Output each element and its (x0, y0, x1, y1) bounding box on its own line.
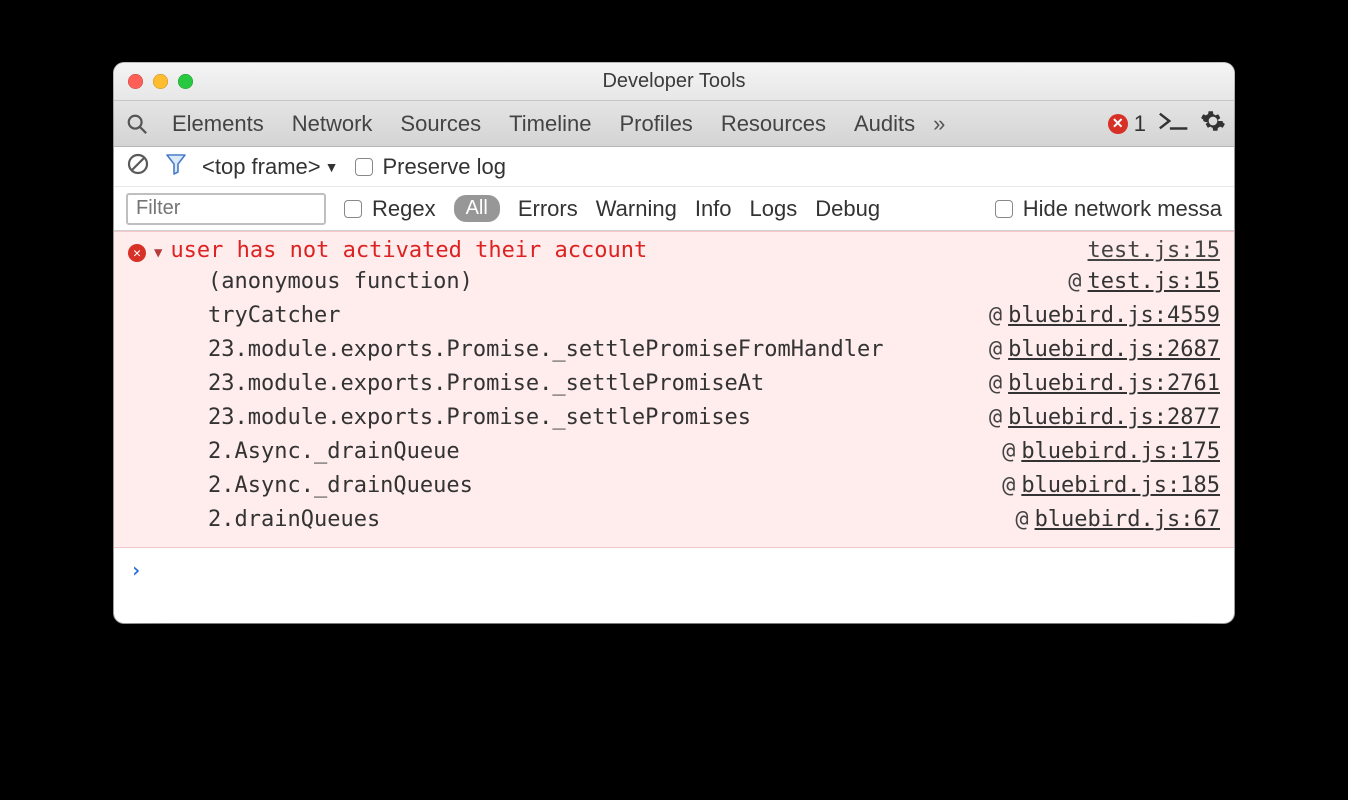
disclosure-triangle-icon[interactable]: ▼ (154, 245, 162, 261)
frame-selector[interactable]: <top frame> ▼ (202, 154, 339, 180)
stack-frame-location-link[interactable]: bluebird.js:2687 (1008, 333, 1220, 367)
level-errors[interactable]: Errors (518, 196, 578, 222)
stack-frame-function: 23.module.exports.Promise._settlePromise… (208, 401, 751, 435)
stack-frame: (anonymous function) @test.js:15 (208, 265, 1220, 299)
stack-frame-location-link[interactable]: bluebird.js:4559 (1008, 299, 1220, 333)
stack-frame: 2.Async._drainQueues @bluebird.js:185 (208, 469, 1220, 503)
stack-frame-location-link[interactable]: bluebird.js:67 (1035, 503, 1220, 537)
tab-audits[interactable]: Audits (840, 101, 929, 146)
tab-profiles[interactable]: Profiles (605, 101, 706, 146)
error-icon: ✕ (128, 244, 146, 262)
console-toolbar: <top frame> ▼ Preserve log (114, 147, 1234, 187)
chevron-down-icon: ▼ (325, 159, 339, 175)
stack-trace: (anonymous function)@test.js:15tryCatche… (208, 265, 1220, 537)
error-source-link[interactable]: test.js:15 (1088, 238, 1220, 263)
hide-network-label: Hide network messa (1023, 196, 1222, 222)
tabs-overflow-icon[interactable]: » (929, 111, 949, 137)
tab-elements[interactable]: Elements (158, 101, 278, 146)
regex-checkbox[interactable]: Regex (344, 196, 436, 222)
panel-tabs: Elements Network Sources Timeline Profil… (114, 101, 1234, 147)
titlebar: Developer Tools (114, 63, 1234, 101)
at-symbol: @ (1068, 265, 1081, 299)
checkbox-icon (355, 158, 373, 176)
stack-frame-location-link[interactable]: test.js:15 (1088, 265, 1220, 299)
regex-label: Regex (372, 196, 436, 222)
zoom-window-button[interactable] (178, 74, 193, 89)
devtools-window: Developer Tools Elements Network Sources… (114, 63, 1234, 623)
filter-icon[interactable] (166, 153, 186, 181)
frame-selector-label: <top frame> (202, 154, 321, 180)
checkbox-icon (995, 200, 1013, 218)
search-icon[interactable] (126, 113, 148, 135)
at-symbol: @ (1002, 469, 1015, 503)
stack-frame: 23.module.exports.Promise._settlePromise… (208, 333, 1220, 367)
stack-frame: 2.drainQueues @bluebird.js:67 (208, 503, 1220, 537)
stack-frame-function: 2.Async._drainQueue (208, 435, 460, 469)
level-debug[interactable]: Debug (815, 196, 880, 222)
minimize-window-button[interactable] (153, 74, 168, 89)
level-info[interactable]: Info (695, 196, 732, 222)
stack-frame: 2.Async._drainQueue @bluebird.js:175 (208, 435, 1220, 469)
error-entry[interactable]: ✕ ▼ user has not activated their account… (114, 231, 1234, 548)
level-logs[interactable]: Logs (750, 196, 798, 222)
level-all[interactable]: All (454, 195, 500, 222)
stack-frame-function: 2.Async._drainQueues (208, 469, 473, 503)
console-output: ✕ ▼ user has not activated their account… (114, 231, 1234, 623)
stack-frame-function: 23.module.exports.Promise._settlePromise… (208, 367, 764, 401)
window-controls (114, 74, 193, 89)
at-symbol: @ (989, 401, 1002, 435)
filter-input[interactable] (126, 193, 326, 225)
stack-frame: tryCatcher @bluebird.js:4559 (208, 299, 1220, 333)
clear-console-icon[interactable] (126, 152, 150, 182)
tab-timeline[interactable]: Timeline (495, 101, 605, 146)
at-symbol: @ (989, 299, 1002, 333)
stack-frame-location-link[interactable]: bluebird.js:2761 (1008, 367, 1220, 401)
toggle-drawer-icon[interactable] (1158, 110, 1188, 138)
at-symbol: @ (989, 367, 1002, 401)
at-symbol: @ (1015, 503, 1028, 537)
at-symbol: @ (1002, 435, 1015, 469)
level-warning[interactable]: Warning (596, 196, 677, 222)
stack-frame-function: (anonymous function) (208, 265, 473, 299)
tab-sources[interactable]: Sources (386, 101, 495, 146)
preserve-log-label: Preserve log (383, 154, 507, 180)
tab-resources[interactable]: Resources (707, 101, 840, 146)
hide-network-checkbox[interactable]: Hide network messa (995, 196, 1222, 222)
stack-frame-location-link[interactable]: bluebird.js:2877 (1008, 401, 1220, 435)
checkbox-icon (344, 200, 362, 218)
close-window-button[interactable] (128, 74, 143, 89)
console-prompt[interactable]: › (114, 548, 1234, 592)
error-count[interactable]: 1 (1134, 111, 1146, 137)
stack-frame-location-link[interactable]: bluebird.js:175 (1021, 435, 1220, 469)
stack-frame-location-link[interactable]: bluebird.js:185 (1021, 469, 1220, 503)
stack-frame: 23.module.exports.Promise._settlePromise… (208, 367, 1220, 401)
stack-frame-function: tryCatcher (208, 299, 340, 333)
stack-frame-function: 2.drainQueues (208, 503, 380, 537)
stack-frame: 23.module.exports.Promise._settlePromise… (208, 401, 1220, 435)
error-badge-icon[interactable]: ✕ (1108, 114, 1128, 134)
stack-frame-function: 23.module.exports.Promise._settlePromise… (208, 333, 884, 367)
settings-icon[interactable] (1200, 108, 1226, 140)
preserve-log-checkbox[interactable]: Preserve log (355, 154, 507, 180)
console-filterbar: Regex All Errors Warning Info Logs Debug… (114, 187, 1234, 231)
at-symbol: @ (989, 333, 1002, 367)
tab-network[interactable]: Network (278, 101, 387, 146)
error-message: user has not activated their account (170, 238, 647, 263)
window-title: Developer Tools (114, 70, 1234, 93)
